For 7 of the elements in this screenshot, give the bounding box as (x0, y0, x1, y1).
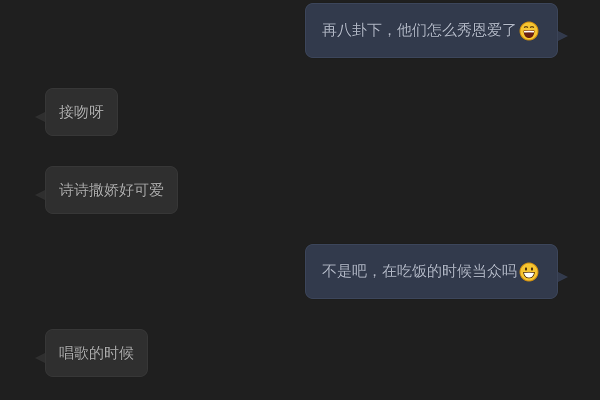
message-text: 接吻呀 (59, 102, 104, 123)
message-text: 唱歌的时候 (59, 342, 134, 364)
message-text: 不是吧，在吃饭的时候当众吗 (322, 261, 517, 282)
laughing-face-icon (519, 20, 539, 40)
message-text: 再八卦下，他们怎么秀恩爱了 (322, 20, 517, 42)
message-text: 诗诗撒娇好可爱 (59, 180, 164, 201)
grinning-face-icon (519, 262, 539, 282)
